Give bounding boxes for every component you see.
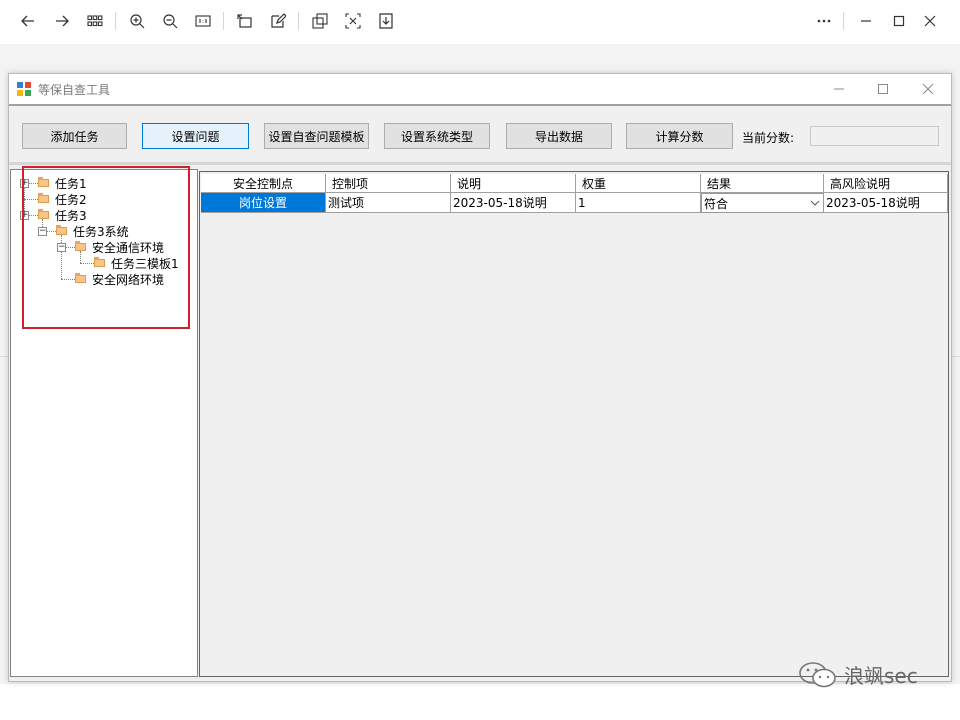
score-field — [810, 126, 939, 146]
zoom-out-icon[interactable] — [158, 10, 182, 32]
column-header[interactable]: 高风险说明 — [824, 174, 948, 193]
question-grid[interactable]: 安全控制点 控制项 说明 权重 结果 高风险说明 岗位设置 测试项 2023-0… — [199, 171, 949, 677]
save-icon[interactable] — [374, 10, 398, 32]
score-label: 当前分数: — [742, 131, 795, 145]
calculate-score-button[interactable]: 计算分数 — [626, 123, 733, 149]
crop-icon[interactable] — [341, 10, 365, 32]
add-task-button[interactable]: 添加任务 — [22, 123, 127, 149]
window-title: 等保自查工具 — [38, 83, 111, 97]
zoom-in-icon[interactable] — [125, 10, 149, 32]
export-data-button[interactable]: 导出数据 — [506, 123, 612, 149]
copy-icon[interactable] — [308, 10, 332, 32]
forward-arrow-icon[interactable] — [50, 10, 74, 32]
result-dropdown[interactable]: 符合 — [701, 193, 824, 213]
table-cell[interactable]: 2023-05-18说明 — [451, 193, 576, 213]
column-header[interactable]: 权重 — [576, 174, 701, 193]
panel-separator — [9, 162, 951, 165]
title-bar: 等保自查工具 — [9, 74, 951, 104]
edit-icon[interactable] — [266, 10, 290, 32]
watermark-text: 浪飒sec — [844, 664, 918, 688]
column-header[interactable]: 说明 — [451, 174, 576, 193]
viewer-minimize-icon[interactable] — [854, 10, 878, 32]
chevron-down-icon — [810, 200, 820, 206]
column-header[interactable]: 控制项 — [326, 174, 451, 193]
minimize-icon[interactable] — [824, 78, 854, 100]
wechat-icon — [799, 661, 836, 687]
more-options-icon[interactable] — [812, 10, 836, 32]
title-separator — [9, 104, 951, 106]
set-system-type-button[interactable]: 设置系统类型 — [384, 123, 490, 149]
app-icon — [17, 82, 31, 96]
toolbar-divider — [115, 12, 116, 30]
toolbar-divider — [223, 12, 224, 30]
maximize-icon[interactable] — [868, 78, 898, 100]
toolbar-divider — [298, 12, 299, 30]
watermark: 浪飒sec — [798, 660, 918, 689]
column-header[interactable]: 结果 — [701, 174, 824, 193]
set-question-button[interactable]: 设置问题 — [142, 123, 249, 149]
actual-size-icon[interactable] — [191, 10, 215, 32]
app-window: 等保自查工具 添加任务 设置问题 设置自查问题模板 设置系统类型 导出数据 计算… — [8, 73, 952, 682]
table-cell[interactable]: 2023-05-18说明 — [824, 193, 948, 213]
table-cell[interactable]: 1 — [576, 193, 701, 213]
back-arrow-icon[interactable] — [16, 10, 40, 32]
close-icon[interactable] — [913, 78, 943, 100]
rotate-icon[interactable] — [233, 10, 257, 32]
grid-view-icon[interactable] — [83, 10, 107, 32]
highlight-box — [22, 166, 190, 329]
table-cell[interactable]: 岗位设置 — [201, 193, 326, 213]
viewer-close-icon[interactable] — [918, 10, 942, 32]
table-cell[interactable]: 测试项 — [326, 193, 451, 213]
viewer-toolbar — [0, 0, 960, 44]
column-header[interactable]: 安全控制点 — [201, 174, 326, 193]
toolbar-divider — [843, 12, 844, 30]
set-template-button[interactable]: 设置自查问题模板 — [264, 123, 369, 149]
viewer-maximize-icon[interactable] — [887, 10, 911, 32]
